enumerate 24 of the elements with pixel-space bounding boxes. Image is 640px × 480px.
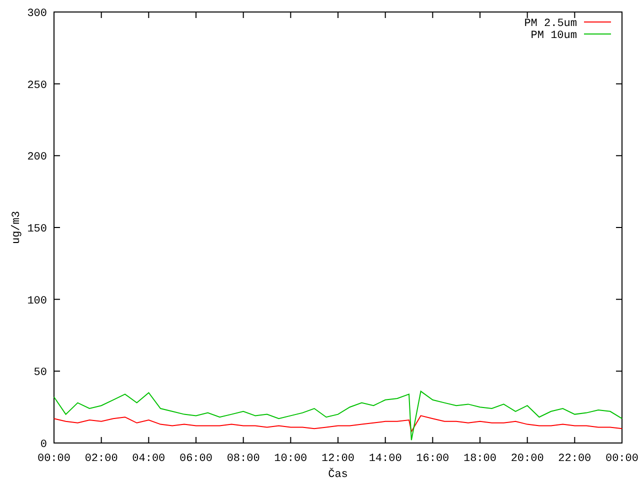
y-tick-label: 200: [27, 152, 47, 164]
y-tick-label: 300: [27, 8, 47, 20]
x-tick-label: 14:00: [368, 453, 402, 465]
y-axis-title: ug/m3: [11, 211, 23, 244]
x-tick-label: 04:00: [132, 453, 166, 465]
x-axis-title: Čas: [328, 469, 348, 480]
x-tick-label: 02:00: [84, 453, 118, 465]
x-tick-label: 20:00: [510, 453, 544, 465]
y-tick-label: 250: [27, 80, 47, 92]
y-tick-label: 100: [27, 295, 47, 308]
x-tick-label: 22:00: [558, 453, 592, 465]
x-tick-label: 00:00: [606, 453, 638, 465]
y-tick-label: 150: [27, 224, 47, 236]
legend-label: PM 2.5um: [524, 18, 577, 30]
y-tick-label: 0: [40, 439, 47, 451]
x-tick-label: 00:00: [38, 453, 70, 465]
x-tick-label: 10:00: [274, 453, 308, 465]
x-tick-label: 16:00: [416, 453, 450, 465]
legend-label: PM 10um: [530, 30, 577, 42]
x-tick-label: 18:00: [464, 453, 496, 465]
y-tick-label: 50: [34, 367, 47, 380]
x-tick-label: 06:00: [180, 453, 212, 465]
x-tick-label: 08:00: [226, 453, 260, 465]
x-tick-label: 12:00: [322, 453, 354, 465]
